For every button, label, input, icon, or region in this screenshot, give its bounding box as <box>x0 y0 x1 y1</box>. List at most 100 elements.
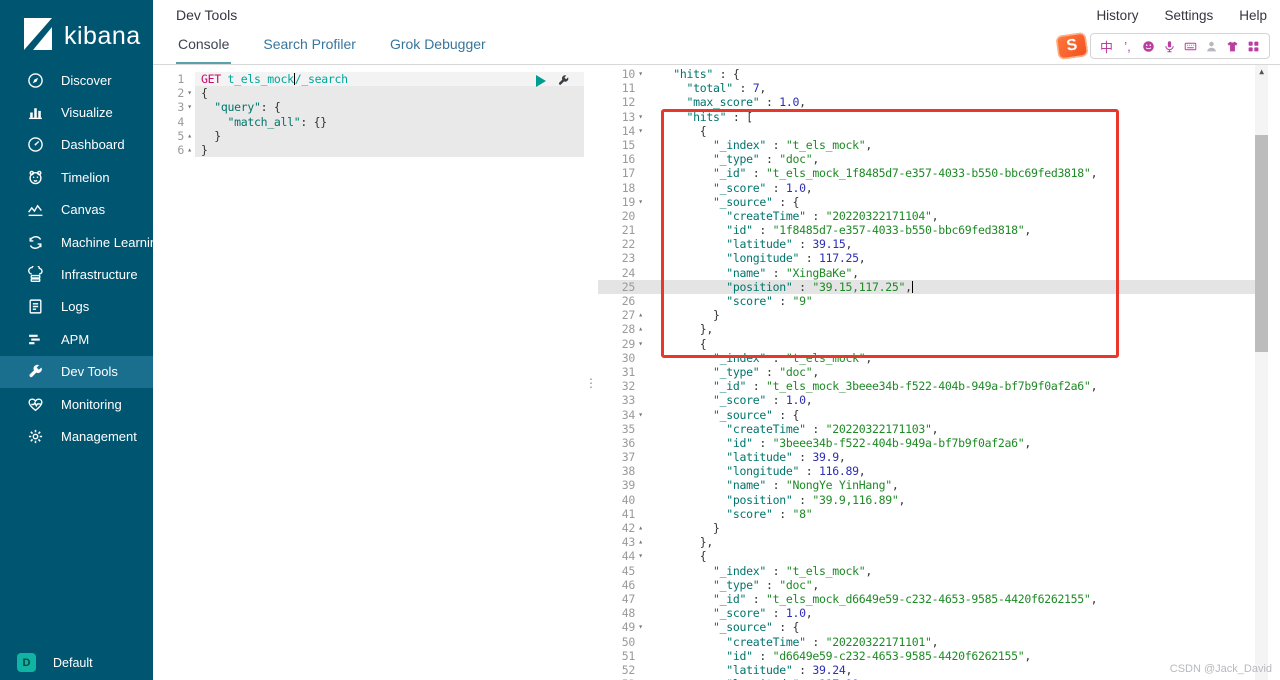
line-number: 18 <box>598 181 646 195</box>
line-number: 52 <box>598 663 646 677</box>
console-editors: 1GET t_els_mock/_search2▾{3▾ "query": {4… <box>153 65 1280 680</box>
request-line: 6▴} <box>161 143 584 157</box>
sidebar-item-label: Logs <box>61 299 89 314</box>
response-line: 16 "_type" : "doc", <box>598 152 1256 166</box>
space-selector[interactable]: D Default <box>0 653 93 672</box>
fold-close-icon[interactable]: ▴ <box>635 322 646 336</box>
request-lines: 1GET t_els_mock/_search2▾{3▾ "query": {4… <box>161 72 584 157</box>
sidebar-item-label: Timelion <box>61 170 110 185</box>
line-number: 13▾ <box>598 110 646 124</box>
line-content: }, <box>646 322 1256 336</box>
sidebar-item-label: Discover <box>61 73 112 88</box>
sidebar-item-logs[interactable]: Logs <box>0 291 153 323</box>
response-line: 31 "_type" : "doc", <box>598 365 1256 379</box>
line-number: 49▾ <box>598 620 646 634</box>
sidebar-item-label: Dev Tools <box>61 364 118 379</box>
sidebar-item-label: APM <box>61 332 89 347</box>
header-link-history[interactable]: History <box>1096 8 1138 23</box>
response-viewer[interactable]: 10▾ "hits" : {11 "total" : 7,12 "max_sco… <box>598 65 1256 680</box>
fold-close-icon[interactable]: ▴ <box>184 129 195 143</box>
response-line: 45 "_index" : "t_els_mock", <box>598 564 1256 578</box>
keyboard-icon[interactable] <box>1180 38 1201 54</box>
line-number: 46 <box>598 578 646 592</box>
punctuation-icon[interactable]: ’, <box>1117 38 1138 54</box>
line-number: 5▴ <box>161 129 195 143</box>
tab-grok-debugger[interactable]: Grok Debugger <box>388 36 488 64</box>
scroll-up-icon[interactable]: ▲ <box>1255 65 1268 80</box>
response-line: 44▾ { <box>598 549 1256 563</box>
tab-search-profiler[interactable]: Search Profiler <box>261 36 358 64</box>
fold-open-icon[interactable]: ▾ <box>635 549 646 563</box>
line-content: "createTime" : "20220322171101", <box>646 635 1256 649</box>
response-line: 39 "name" : "NongYe YinHang", <box>598 478 1256 492</box>
run-icon[interactable] <box>536 75 546 87</box>
sidebar-item-monitoring[interactable]: Monitoring <box>0 388 153 420</box>
response-line: 47 "_id" : "t_els_mock_d6649e59-c232-465… <box>598 592 1256 606</box>
fold-open-icon[interactable]: ▾ <box>184 86 195 100</box>
tab-console[interactable]: Console <box>176 36 231 64</box>
grid-icon[interactable] <box>1243 38 1264 54</box>
line-content: } <box>195 143 584 157</box>
line-content: "id" : "d6649e59-c232-4653-9585-4420f626… <box>646 649 1256 663</box>
line-content: "_score" : 1.0, <box>646 181 1256 195</box>
response-line: 10▾ "hits" : { <box>598 67 1256 81</box>
machine-learning-icon <box>27 234 44 251</box>
fold-open-icon[interactable]: ▾ <box>635 620 646 634</box>
sidebar-item-canvas[interactable]: Canvas <box>0 194 153 226</box>
line-number: 51 <box>598 649 646 663</box>
panel-splitter[interactable]: ⋮ <box>584 65 598 680</box>
header-link-settings[interactable]: Settings <box>1164 8 1213 23</box>
chinese-mode-icon[interactable]: 中 <box>1096 38 1117 54</box>
dev-tools-icon <box>27 363 44 380</box>
response-line: 43▴ }, <box>598 535 1256 549</box>
line-content: "score" : "9" <box>646 294 1256 308</box>
line-number: 47 <box>598 592 646 606</box>
response-scrollbar[interactable]: ▲ <box>1255 65 1268 680</box>
microphone-icon[interactable] <box>1159 38 1180 54</box>
header-links: History Settings Help <box>1096 8 1267 23</box>
fold-close-icon[interactable]: ▴ <box>635 521 646 535</box>
line-number: 40 <box>598 493 646 507</box>
sidebar-item-machine-learning[interactable]: Machine Learning <box>0 226 153 258</box>
header-link-help[interactable]: Help <box>1239 8 1267 23</box>
sidebar-item-infrastructure[interactable]: Infrastructure <box>0 258 153 290</box>
fold-open-icon[interactable]: ▾ <box>635 67 646 81</box>
sidebar-item-apm[interactable]: APM <box>0 323 153 355</box>
line-content: "_index" : "t_els_mock", <box>646 564 1256 578</box>
response-line: 38 "longitude" : 116.89, <box>598 464 1256 478</box>
skin-icon[interactable] <box>1222 38 1243 54</box>
line-content: "_type" : "doc", <box>646 365 1256 379</box>
space-label: Default <box>53 656 93 670</box>
wrench-icon[interactable] <box>557 74 570 87</box>
sidebar-item-management[interactable]: Management <box>0 420 153 452</box>
fold-open-icon[interactable]: ▾ <box>635 124 646 138</box>
line-content: "createTime" : "20220322171103", <box>646 422 1256 436</box>
fold-open-icon[interactable]: ▾ <box>635 110 646 124</box>
kibana-logo[interactable]: kibana <box>0 0 153 60</box>
sogou-logo-icon[interactable]: S <box>1055 32 1088 60</box>
response-line: 52 "latitude" : 39.24, <box>598 663 1256 677</box>
ime-toolbar: S 中’, <box>1057 33 1270 59</box>
fold-open-icon[interactable]: ▾ <box>635 337 646 351</box>
response-line: 14▾ { <box>598 124 1256 138</box>
sidebar-item-discover[interactable]: Discover <box>0 64 153 96</box>
fold-open-icon[interactable]: ▾ <box>635 195 646 209</box>
fold-close-icon[interactable]: ▴ <box>184 143 195 157</box>
fold-close-icon[interactable]: ▴ <box>635 308 646 322</box>
line-number: 35 <box>598 422 646 436</box>
sidebar-item-timelion[interactable]: Timelion <box>0 161 153 193</box>
text-cursor <box>912 281 913 293</box>
response-line: 51 "id" : "d6649e59-c232-4653-9585-4420f… <box>598 649 1256 663</box>
emoji-icon[interactable] <box>1138 38 1159 54</box>
sidebar-item-visualize[interactable]: Visualize <box>0 96 153 128</box>
request-editor[interactable]: 1GET t_els_mock/_search2▾{3▾ "query": {4… <box>161 65 584 680</box>
person-icon[interactable] <box>1201 38 1222 54</box>
scrollbar-thumb[interactable] <box>1255 135 1268 352</box>
response-line: 32 "_id" : "t_els_mock_3beee34b-f522-404… <box>598 379 1256 393</box>
line-content: "_score" : 1.0, <box>646 393 1256 407</box>
sidebar-item-dev-tools[interactable]: Dev Tools <box>0 356 153 388</box>
fold-open-icon[interactable]: ▾ <box>635 408 646 422</box>
fold-close-icon[interactable]: ▴ <box>635 535 646 549</box>
sidebar-item-dashboard[interactable]: Dashboard <box>0 129 153 161</box>
fold-open-icon[interactable]: ▾ <box>184 100 195 114</box>
